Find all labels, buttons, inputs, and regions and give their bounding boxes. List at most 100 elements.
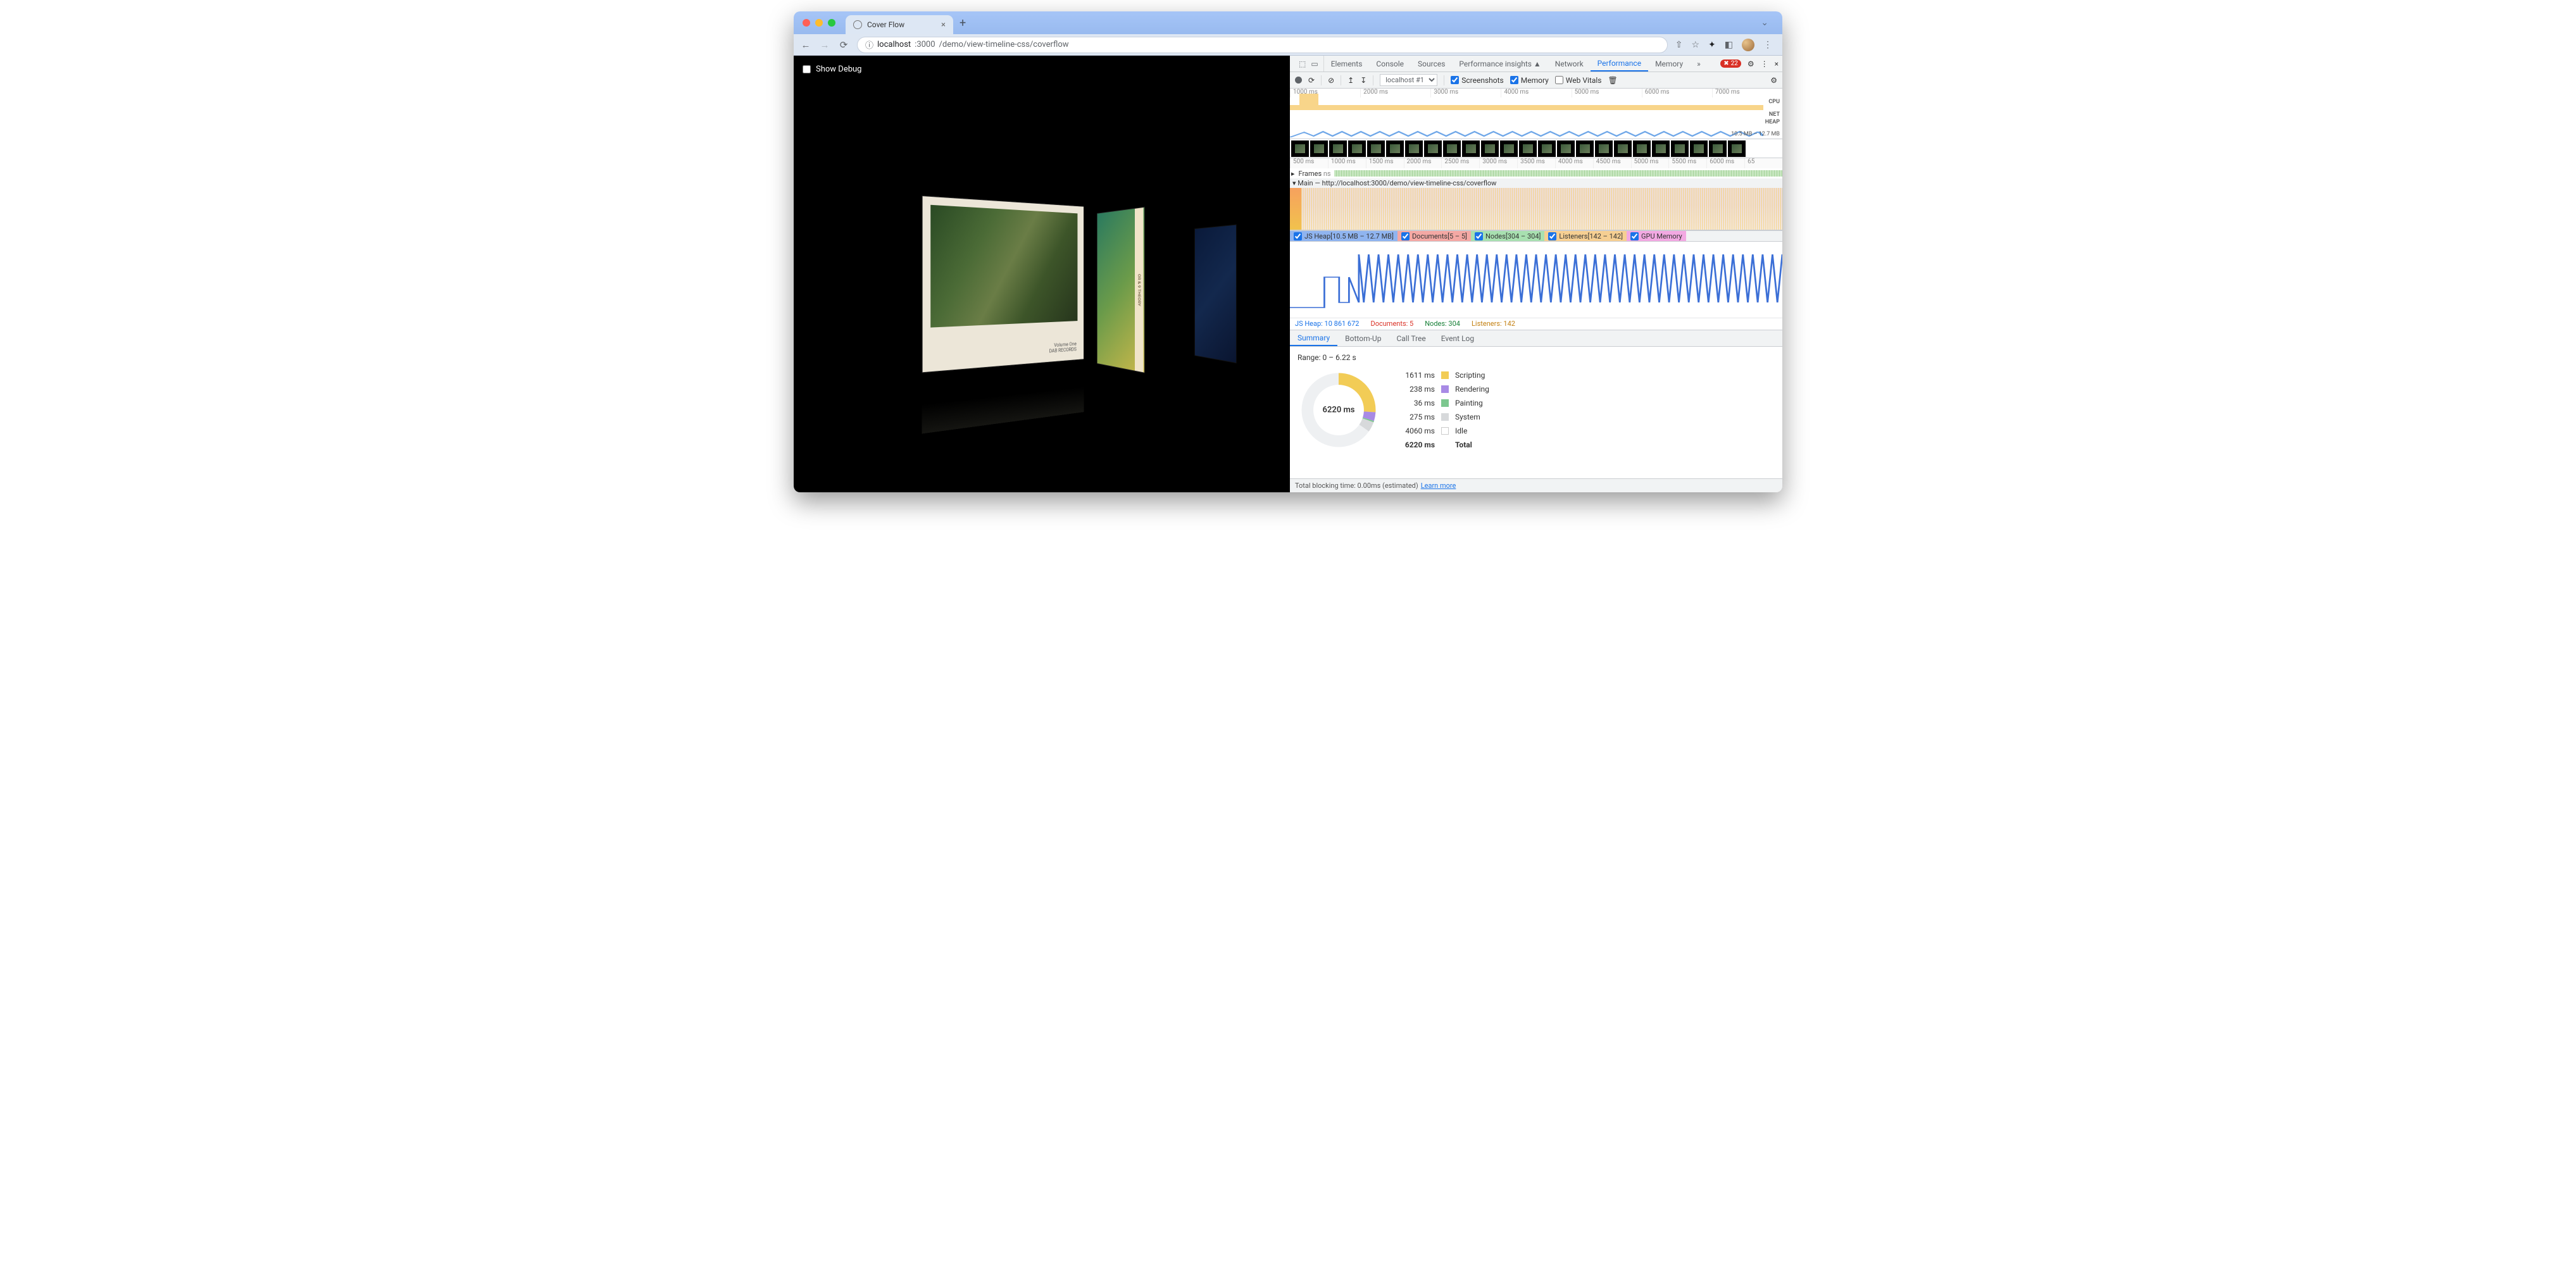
- cpu-label: CPU: [1768, 99, 1780, 105]
- screenshot-thumb[interactable]: [1728, 140, 1746, 157]
- page-viewport[interactable]: Show Debug Volume One DAB RECORDS OR & 9…: [794, 56, 1290, 492]
- heap-range-label: 10.5 MB – 12.7 MB: [1731, 131, 1780, 137]
- screenshot-thumb[interactable]: [1576, 140, 1594, 157]
- album-cover-3[interactable]: [1194, 225, 1236, 364]
- sidepanel-icon[interactable]: ◧: [1725, 40, 1733, 50]
- main-thread-label[interactable]: ▾ Main — http://localhost:3000/demo/view…: [1290, 178, 1782, 188]
- tab-call-tree[interactable]: Call Tree: [1389, 330, 1433, 346]
- devtools-panel: ⬚ ▭ Elements Console Sources Performance…: [1290, 56, 1782, 492]
- screenshot-thumb[interactable]: [1386, 140, 1404, 157]
- menu-icon[interactable]: ⋮: [1763, 40, 1772, 50]
- tab-performance-insights[interactable]: Performance insights ▲: [1452, 56, 1547, 72]
- more-icon[interactable]: ⋮: [1761, 59, 1768, 68]
- traffic-lights: [803, 19, 835, 27]
- summary-pane: Range: 0 – 6.22 s 6220 ms 1611 ms: [1290, 347, 1782, 478]
- screenshot-thumb[interactable]: [1367, 140, 1385, 157]
- screenshot-thumb[interactable]: [1310, 140, 1328, 157]
- screenshot-thumb[interactable]: [1633, 140, 1651, 157]
- summary-tabstrip: Summary Bottom-Up Call Tree Event Log: [1290, 330, 1782, 347]
- stat-js-heap: JS Heap: 10 861 672: [1295, 320, 1359, 328]
- screenshot-thumb[interactable]: [1443, 140, 1461, 157]
- screenshot-thumb[interactable]: [1614, 140, 1632, 157]
- counter-nodes[interactable]: Nodes[304 – 304]: [1471, 231, 1544, 241]
- settings-icon[interactable]: ⚙: [1748, 59, 1754, 68]
- screenshot-thumb[interactable]: [1557, 140, 1575, 157]
- screenshot-thumb[interactable]: [1500, 140, 1518, 157]
- reload-record-button[interactable]: ⟳: [1308, 76, 1315, 85]
- screenshot-thumb[interactable]: [1348, 140, 1366, 157]
- tab-sources[interactable]: Sources: [1411, 56, 1452, 72]
- heap-line-chart[interactable]: [1290, 242, 1782, 318]
- screenshot-thumb[interactable]: [1291, 140, 1309, 157]
- profile-avatar[interactable]: [1742, 39, 1754, 51]
- minimize-window-button[interactable]: [815, 19, 823, 27]
- web-vitals-toggle[interactable]: Web Vitals: [1555, 76, 1602, 85]
- site-info-icon[interactable]: ⓘ: [865, 39, 873, 51]
- browser-tab[interactable]: Cover Flow ×: [846, 15, 953, 34]
- load-profile-icon[interactable]: ↥: [1347, 76, 1354, 85]
- tab-memory[interactable]: Memory: [1648, 56, 1690, 72]
- close-devtools-icon[interactable]: ×: [1775, 59, 1779, 68]
- tab-network[interactable]: Network: [1548, 56, 1591, 72]
- screenshot-thumb[interactable]: [1652, 140, 1670, 157]
- extensions-icon[interactable]: ✦: [1708, 40, 1716, 50]
- tab-console[interactable]: Console: [1369, 56, 1411, 72]
- screenshot-thumb[interactable]: [1519, 140, 1537, 157]
- counter-gpu[interactable]: GPU Memory: [1627, 231, 1686, 241]
- screenshot-thumb[interactable]: [1481, 140, 1499, 157]
- forward-button[interactable]: →: [819, 39, 830, 51]
- screenshot-thumb[interactable]: [1709, 140, 1727, 157]
- screenshot-thumb[interactable]: [1462, 140, 1480, 157]
- globe-icon: [853, 20, 862, 29]
- screenshot-thumb[interactable]: [1595, 140, 1613, 157]
- device-toolbar-icon[interactable]: ▭: [1311, 59, 1318, 68]
- frames-track[interactable]: ▸Frames ns: [1290, 168, 1782, 178]
- tab-summary[interactable]: Summary: [1290, 330, 1337, 346]
- clear-button[interactable]: ⊘: [1328, 76, 1334, 85]
- counter-listeners[interactable]: Listeners[142 – 142]: [1544, 231, 1627, 241]
- reload-button[interactable]: ⟳: [838, 39, 849, 51]
- overview-timeline[interactable]: 1000 ms2000 ms3000 ms4000 ms5000 ms6000 …: [1290, 89, 1782, 139]
- heap-stats-bar: JS Heap: 10 861 672 Documents: 5 Nodes: …: [1290, 318, 1782, 330]
- url-port: :3000: [915, 40, 935, 49]
- counter-js-heap[interactable]: JS Heap[10.5 MB – 12.7 MB]: [1290, 231, 1397, 241]
- tab-bottom-up[interactable]: Bottom-Up: [1337, 330, 1389, 346]
- learn-more-link[interactable]: Learn more: [1421, 482, 1456, 490]
- tabstrip-chevron-icon[interactable]: ⌄: [1761, 18, 1768, 28]
- perf-toolbar: ⟳ ⊘ ↥ ↧ localhost #1 Screenshots Memory …: [1290, 72, 1782, 89]
- tabs-overflow[interactable]: »: [1690, 56, 1708, 72]
- close-window-button[interactable]: [803, 19, 810, 27]
- trash-icon[interactable]: 🗑: [1608, 76, 1617, 85]
- screenshot-thumb[interactable]: [1329, 140, 1347, 157]
- screenshot-thumb[interactable]: [1690, 140, 1708, 157]
- maximize-window-button[interactable]: [828, 19, 835, 27]
- inspect-element-icon[interactable]: ⬚: [1299, 59, 1306, 68]
- flame-chart[interactable]: 500 ms1000 ms1500 ms2000 ms2500 ms3000 m…: [1290, 158, 1782, 230]
- screenshots-toggle[interactable]: Screenshots: [1451, 76, 1503, 85]
- profile-selector[interactable]: localhost #1: [1380, 74, 1437, 86]
- error-count-badge[interactable]: ✖22: [1720, 59, 1741, 68]
- record-button[interactable]: [1295, 77, 1302, 84]
- tab-close-icon[interactable]: ×: [941, 20, 946, 30]
- screenshot-thumb[interactable]: [1405, 140, 1423, 157]
- main-thread-flamechart[interactable]: [1290, 188, 1782, 230]
- tab-performance[interactable]: Performance: [1591, 56, 1648, 72]
- screenshot-filmstrip[interactable]: [1290, 139, 1782, 158]
- screenshot-thumb[interactable]: [1538, 140, 1556, 157]
- screenshot-thumb[interactable]: [1671, 140, 1689, 157]
- bookmark-icon[interactable]: ☆: [1691, 40, 1699, 50]
- album-photo: [930, 205, 1077, 328]
- tab-event-log[interactable]: Event Log: [1434, 330, 1482, 346]
- back-button[interactable]: ←: [800, 39, 811, 51]
- album-cover-1[interactable]: Volume One DAB RECORDS: [922, 196, 1084, 373]
- save-profile-icon[interactable]: ↧: [1360, 76, 1366, 85]
- address-bar[interactable]: ⓘ localhost:3000/demo/view-timeline-css/…: [857, 37, 1668, 53]
- album-cover-2[interactable]: OR & 9 THEORY: [1097, 207, 1145, 373]
- new-tab-button[interactable]: +: [960, 16, 966, 30]
- perf-settings-icon[interactable]: ⚙: [1770, 76, 1777, 85]
- tab-elements[interactable]: Elements: [1324, 56, 1370, 72]
- memory-toggle[interactable]: Memory: [1510, 76, 1549, 85]
- counter-documents[interactable]: Documents[5 – 5]: [1397, 231, 1471, 241]
- screenshot-thumb[interactable]: [1424, 140, 1442, 157]
- share-icon[interactable]: ⇧: [1675, 40, 1683, 50]
